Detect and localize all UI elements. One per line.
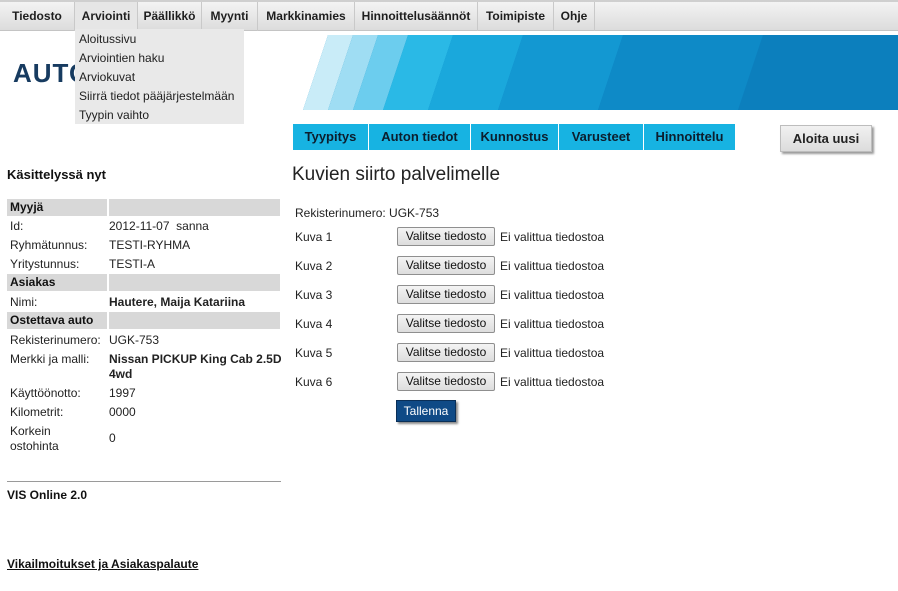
file-status-4: Ei valittua tiedostoa <box>500 317 605 331</box>
section-header-customer: Asiakas <box>7 274 280 291</box>
car-model-label: Merkki ja malli: <box>10 352 90 366</box>
menu-paallikko[interactable]: Päällikkö <box>138 2 202 31</box>
header-divider <box>107 274 109 291</box>
section-header-seller: Myyjä <box>7 199 280 216</box>
menu-tiedosto[interactable]: Tiedosto <box>0 2 75 31</box>
choose-file-button-3[interactable]: Valitse tiedosto <box>397 285 495 304</box>
sidebar-title: Käsittelyssä nyt <box>7 167 106 182</box>
feedback-link[interactable]: Vikailmoitukset ja Asiakaspalaute <box>7 557 198 571</box>
seller-id-value: 2012-11-07 sanna <box>109 219 209 233</box>
menu-ohje[interactable]: Ohje <box>554 2 595 31</box>
car-km-label: Kilometrit: <box>10 405 64 419</box>
group-id-label: Ryhmätunnus: <box>10 238 88 252</box>
section-header-car: Ostettava auto <box>7 312 280 329</box>
choose-file-button-1[interactable]: Valitse tiedosto <box>397 227 495 246</box>
tab-kunnostus[interactable]: Kunnostus <box>471 124 559 150</box>
car-model-value: Nissan PICKUP King Cab 2.5D <box>109 352 282 366</box>
car-reg-label: Rekisterinumero: <box>10 333 101 347</box>
choose-file-button-5[interactable]: Valitse tiedosto <box>397 343 495 362</box>
car-reg-value: UGK-753 <box>109 333 160 347</box>
car-year-value: 1997 <box>109 386 136 400</box>
max-price-label-cont: ostohinta <box>10 439 59 453</box>
tab-hinnoittelu[interactable]: Hinnoittelu <box>644 124 735 150</box>
choose-file-button-6[interactable]: Valitse tiedosto <box>397 372 495 391</box>
header-divider <box>107 312 109 329</box>
max-price-value: 0 <box>109 431 116 445</box>
seller-id-label: Id: <box>10 219 24 233</box>
dropdown-item-aloitussivu[interactable]: Aloitussivu <box>75 30 244 49</box>
car-model-value-cont: 4wd <box>109 367 133 381</box>
dropdown-item-arviointien-haku[interactable]: Arviointien haku <box>75 49 244 68</box>
car-year-label: Käyttöönotto: <box>10 386 81 400</box>
max-price-label: Korkein <box>10 424 51 438</box>
image-label-2: Kuva 2 <box>295 259 333 273</box>
customer-heading: Asiakas <box>10 275 56 289</box>
save-button[interactable]: Tallenna <box>396 400 456 422</box>
dropdown-item-arviokuvat[interactable]: Arviokuvat <box>75 68 244 87</box>
menu-hinnoittelusaannot[interactable]: Hinnoittelusäännöt <box>355 2 478 31</box>
choose-file-button-4[interactable]: Valitse tiedosto <box>397 314 495 333</box>
menu-toimipiste[interactable]: Toimipiste <box>478 2 554 31</box>
tab-varusteet[interactable]: Varusteet <box>559 124 644 150</box>
car-heading: Ostettava auto <box>10 313 94 327</box>
tab-auton-tiedot[interactable]: Auton tiedot <box>369 124 471 150</box>
group-id-value: TESTI-RYHMA <box>109 238 191 252</box>
file-status-2: Ei valittua tiedostoa <box>500 259 605 273</box>
header-banner <box>293 35 898 110</box>
image-label-4: Kuva 4 <box>295 317 333 331</box>
file-status-5: Ei valittua tiedostoa <box>500 346 605 360</box>
tab-tyypitys[interactable]: Tyypitys <box>293 124 369 150</box>
version-label: VIS Online 2.0 <box>7 488 88 502</box>
image-label-1: Kuva 1 <box>295 230 333 244</box>
image-label-5: Kuva 5 <box>295 346 333 360</box>
registration-number: Rekisterinumero: UGK-753 <box>295 206 440 220</box>
dropdown-item-tyypin-vaihto[interactable]: Tyypin vaihto <box>75 106 244 125</box>
menu-arviointi[interactable]: Arviointi <box>75 2 138 31</box>
page-title: Kuvien siirto palvelimelle <box>292 164 501 185</box>
file-status-6: Ei valittua tiedostoa <box>500 375 605 389</box>
menu-markkinamies[interactable]: Markkinamies <box>258 2 355 31</box>
arviointi-dropdown-menu: Aloitussivu Arviointien haku Arviokuvat … <box>75 29 244 124</box>
header-divider <box>107 199 109 216</box>
company-id-value: TESTI-A <box>109 257 156 271</box>
top-menu-bar: Tiedosto Arviointi Päällikkö Myynti Mark… <box>0 0 898 31</box>
image-label-3: Kuva 3 <box>295 288 333 302</box>
choose-file-button-2[interactable]: Valitse tiedosto <box>397 256 495 275</box>
customer-name-value: Hautere, Maija Katariina <box>109 295 246 309</box>
file-status-1: Ei valittua tiedostoa <box>500 230 605 244</box>
dropdown-item-siirra-tiedot[interactable]: Siirrä tiedot pääjärjestelmään <box>75 87 244 106</box>
image-label-6: Kuva 6 <box>295 375 333 389</box>
seller-heading: Myyjä <box>10 200 44 214</box>
sidebar-divider <box>7 481 281 482</box>
car-km-value: 0000 <box>109 405 136 419</box>
file-status-3: Ei valittua tiedostoa <box>500 288 605 302</box>
company-id-label: Yritystunnus: <box>10 257 80 271</box>
menu-myynti[interactable]: Myynti <box>202 2 258 31</box>
customer-name-label: Nimi: <box>10 295 38 309</box>
restart-button[interactable]: Aloita uusi <box>780 125 872 152</box>
